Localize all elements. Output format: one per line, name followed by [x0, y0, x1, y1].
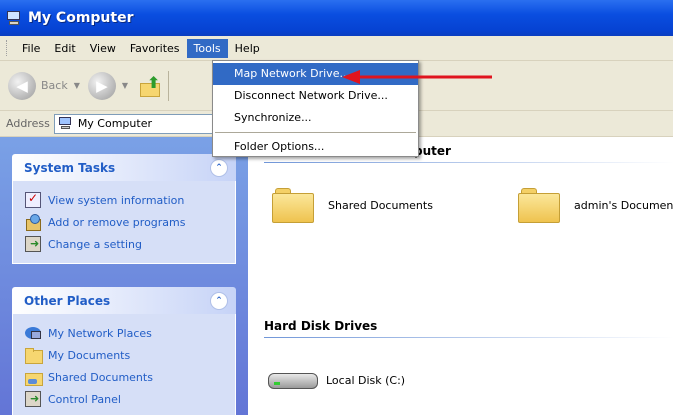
menu-view[interactable]: View: [83, 39, 123, 58]
system-tasks-title: System Tasks: [24, 160, 116, 175]
place-my-network-places[interactable]: My Network Places: [25, 322, 227, 344]
task-label: Change a setting: [48, 237, 142, 251]
place-label: My Network Places: [48, 326, 152, 340]
menu-tools[interactable]: Tools: [186, 38, 228, 58]
section-title: Hard Disk Drives: [264, 319, 378, 333]
other-places-body: My Network Places My Documents Shared Do…: [12, 314, 236, 415]
my-computer-icon: [6, 10, 22, 26]
file-label: Shared Documents: [328, 198, 433, 212]
menu-bar: File Edit View Favorites Tools Help: [0, 36, 673, 61]
back-label: Back: [41, 79, 68, 92]
other-places-panel: Other Places ⌃ My Network Places My Docu…: [12, 287, 236, 415]
add-remove-programs-icon: [25, 214, 41, 231]
menu-item-folder-options[interactable]: Folder Options...: [213, 136, 418, 158]
menu-edit[interactable]: Edit: [47, 39, 82, 58]
menu-separator: [215, 132, 416, 133]
back-button[interactable]: ◀: [8, 71, 36, 100]
system-tasks-panel: System Tasks ⌃ View system information A…: [12, 154, 236, 264]
task-change-setting[interactable]: Change a setting: [25, 233, 227, 255]
title-bar: My Computer: [0, 0, 673, 36]
task-label: View system information: [48, 193, 185, 207]
menu-favorites[interactable]: Favorites: [123, 39, 187, 58]
system-info-icon: [25, 191, 41, 208]
place-shared-documents[interactable]: Shared Documents: [25, 366, 227, 388]
folder-icon: [272, 185, 316, 225]
folder-icon: [518, 185, 562, 225]
other-places-title: Other Places: [24, 293, 111, 308]
place-control-panel[interactable]: Control Panel: [25, 388, 227, 410]
task-label: Add or remove programs: [48, 215, 186, 229]
up-folder-button[interactable]: ⬆: [140, 73, 162, 99]
menubar-grip: [6, 40, 9, 56]
forward-arrow-icon: ▶: [96, 76, 108, 95]
place-label: My Documents: [48, 348, 131, 362]
annotation-arrow-icon: [342, 70, 492, 84]
control-panel-icon: [25, 391, 41, 407]
back-dropdown-icon[interactable]: ▼: [74, 81, 80, 90]
file-item[interactable]: admin's Documents: [518, 185, 673, 225]
toolbar-separator: [168, 70, 170, 101]
network-places-icon: [25, 325, 41, 341]
system-tasks-body: View system information Add or remove pr…: [12, 181, 236, 264]
hard-disk-icon: [266, 367, 320, 393]
address-value: My Computer: [77, 117, 152, 130]
collapse-chevron-icon[interactable]: ⌃: [210, 158, 228, 177]
window-title: My Computer: [28, 10, 134, 26]
folder-icon: [25, 347, 43, 364]
section-header-hard-disks: Hard Disk Drives: [264, 319, 673, 338]
drive-label: Local Disk (C:): [326, 373, 406, 387]
task-pane: System Tasks ⌃ View system information A…: [0, 137, 248, 415]
system-tasks-header[interactable]: System Tasks ⌃: [12, 154, 236, 181]
control-panel-icon: [25, 236, 41, 252]
file-label: admin's Documents: [574, 198, 673, 212]
menu-item-synchronize[interactable]: Synchronize...: [213, 107, 418, 129]
forward-button[interactable]: ▶: [87, 71, 116, 100]
place-my-documents[interactable]: My Documents: [25, 344, 227, 366]
drive-item[interactable]: Local Disk (C:): [266, 367, 405, 393]
other-places-header[interactable]: Other Places ⌃: [12, 287, 236, 314]
computer-icon: [58, 117, 73, 130]
section-title: puter: [414, 144, 451, 158]
menu-help[interactable]: Help: [228, 39, 267, 58]
shared-folder-icon: [25, 369, 43, 386]
collapse-chevron-icon[interactable]: ⌃: [210, 291, 228, 310]
address-label: Address: [6, 117, 50, 130]
forward-dropdown-icon[interactable]: ▼: [122, 81, 128, 90]
place-label: Control Panel: [48, 392, 121, 406]
up-arrow-icon: ⬆: [147, 72, 161, 92]
back-arrow-icon: ◀: [16, 76, 28, 95]
task-add-remove-programs[interactable]: Add or remove programs: [25, 211, 227, 233]
task-view-system-information[interactable]: View system information: [25, 189, 227, 211]
main-pane: puter Shared Documents admin's Documents…: [248, 137, 673, 415]
menu-file[interactable]: File: [15, 39, 47, 58]
menu-item-disconnect-network-drive[interactable]: Disconnect Network Drive...: [213, 85, 418, 107]
file-item[interactable]: Shared Documents: [272, 185, 433, 225]
place-label: Shared Documents: [48, 370, 153, 384]
